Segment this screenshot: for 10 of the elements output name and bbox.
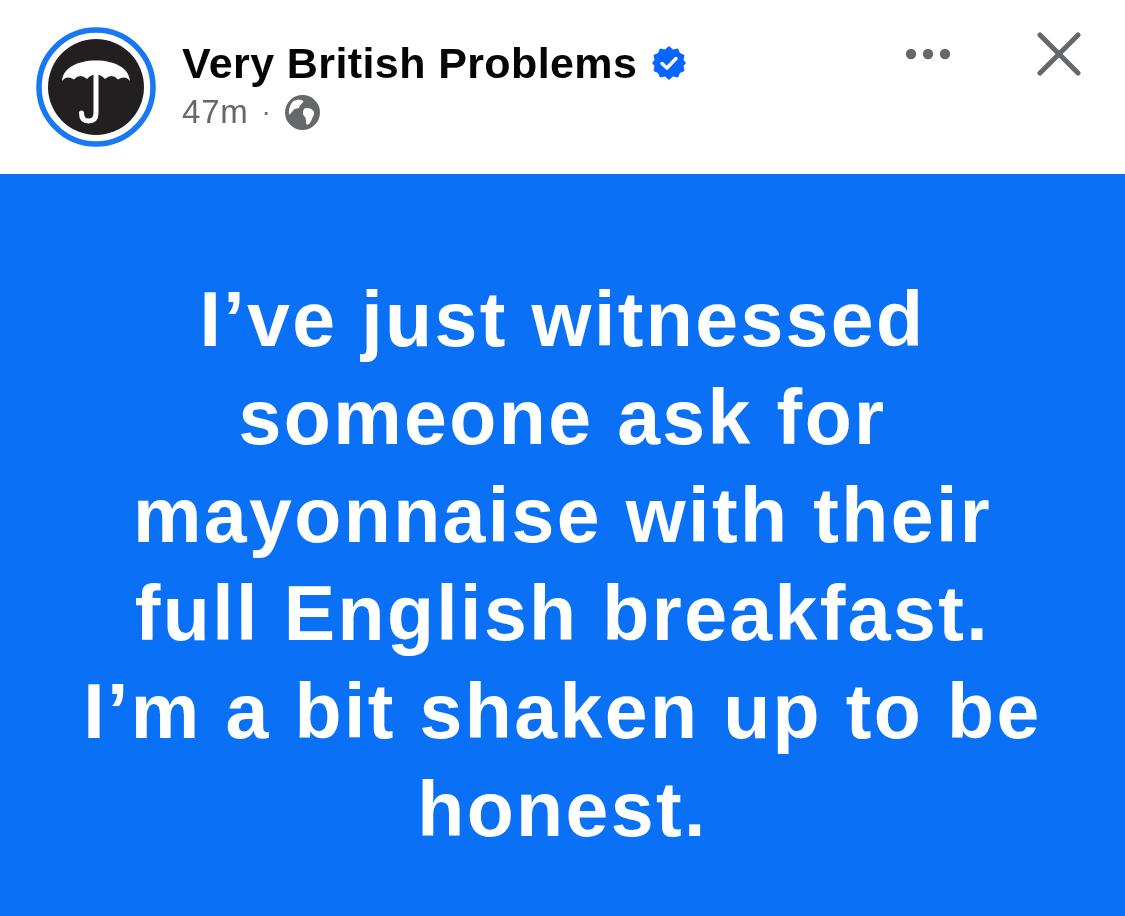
umbrella-avatar-icon[interactable]	[36, 27, 156, 147]
post-time[interactable]: 47m	[182, 92, 249, 132]
close-button[interactable]	[1037, 32, 1081, 76]
globe-icon	[283, 93, 321, 131]
close-icon	[1037, 32, 1081, 76]
page-name[interactable]: Very British Problems	[182, 38, 638, 88]
more-icon	[905, 48, 951, 60]
post-text: I’ve just witnessed someone ask for mayonnaise with their full English breakfast. I’m a bit shaken up to be honest.	[82, 275, 1043, 854]
more-options-button[interactable]	[905, 48, 951, 60]
dot-separator: ·	[261, 95, 271, 129]
